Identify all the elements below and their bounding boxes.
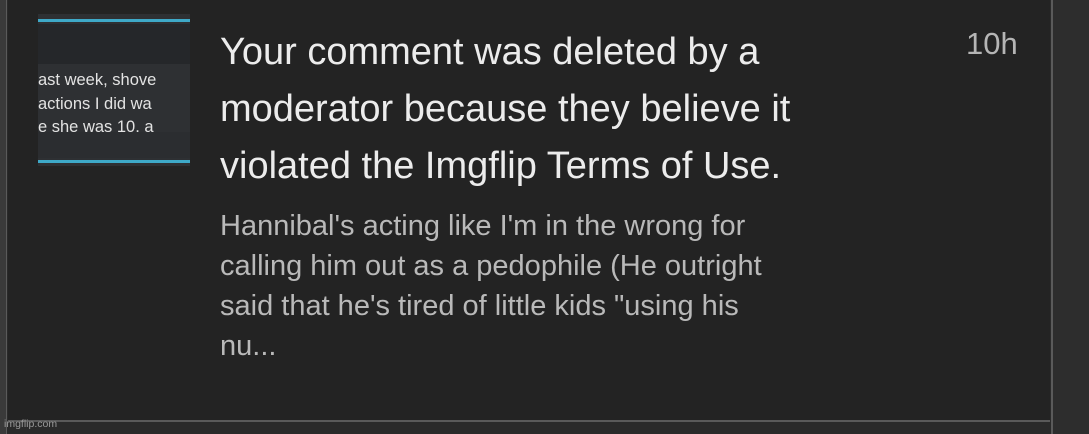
comment-excerpt: Hannibal's acting like I'm in the wrong …: [220, 206, 920, 366]
excerpt-line: calling him out as a pedophile (He outri…: [220, 250, 762, 282]
right-border: [1051, 0, 1089, 434]
thumbnail-accent-top: [38, 19, 190, 22]
watermark-text: imgflip.com: [4, 418, 58, 430]
notification-timestamp: 10h: [966, 26, 1018, 61]
notification-card[interactable]: ast week, shove actions I did wa e she w…: [8, 0, 1050, 420]
title-line: moderator because they believe it: [220, 88, 791, 130]
thumbnail-accent-bottom: [38, 160, 190, 163]
notification-title: Your comment was deleted by a moderator …: [220, 24, 920, 195]
title-line: Your comment was deleted by a: [220, 31, 760, 73]
excerpt-line: Hannibal's acting like I'm in the wrong …: [220, 210, 746, 242]
thumbnail-band: [38, 24, 190, 64]
notification-frame: ast week, shove actions I did wa e she w…: [0, 0, 1089, 434]
thumbnail-text-line: actions I did wa: [38, 95, 152, 113]
title-line: violated the Imgflip Terms of Use.: [220, 145, 782, 187]
thumbnail-text-line: ast week, shove: [38, 71, 157, 89]
comment-thumbnail[interactable]: ast week, shove actions I did wa e she w…: [38, 14, 190, 166]
excerpt-line: said that he's tired of little kids "usi…: [220, 290, 739, 322]
divider: [8, 420, 1050, 422]
left-border: [0, 0, 7, 434]
thumbnail-band: [38, 132, 190, 158]
excerpt-line: nu...: [220, 330, 277, 362]
